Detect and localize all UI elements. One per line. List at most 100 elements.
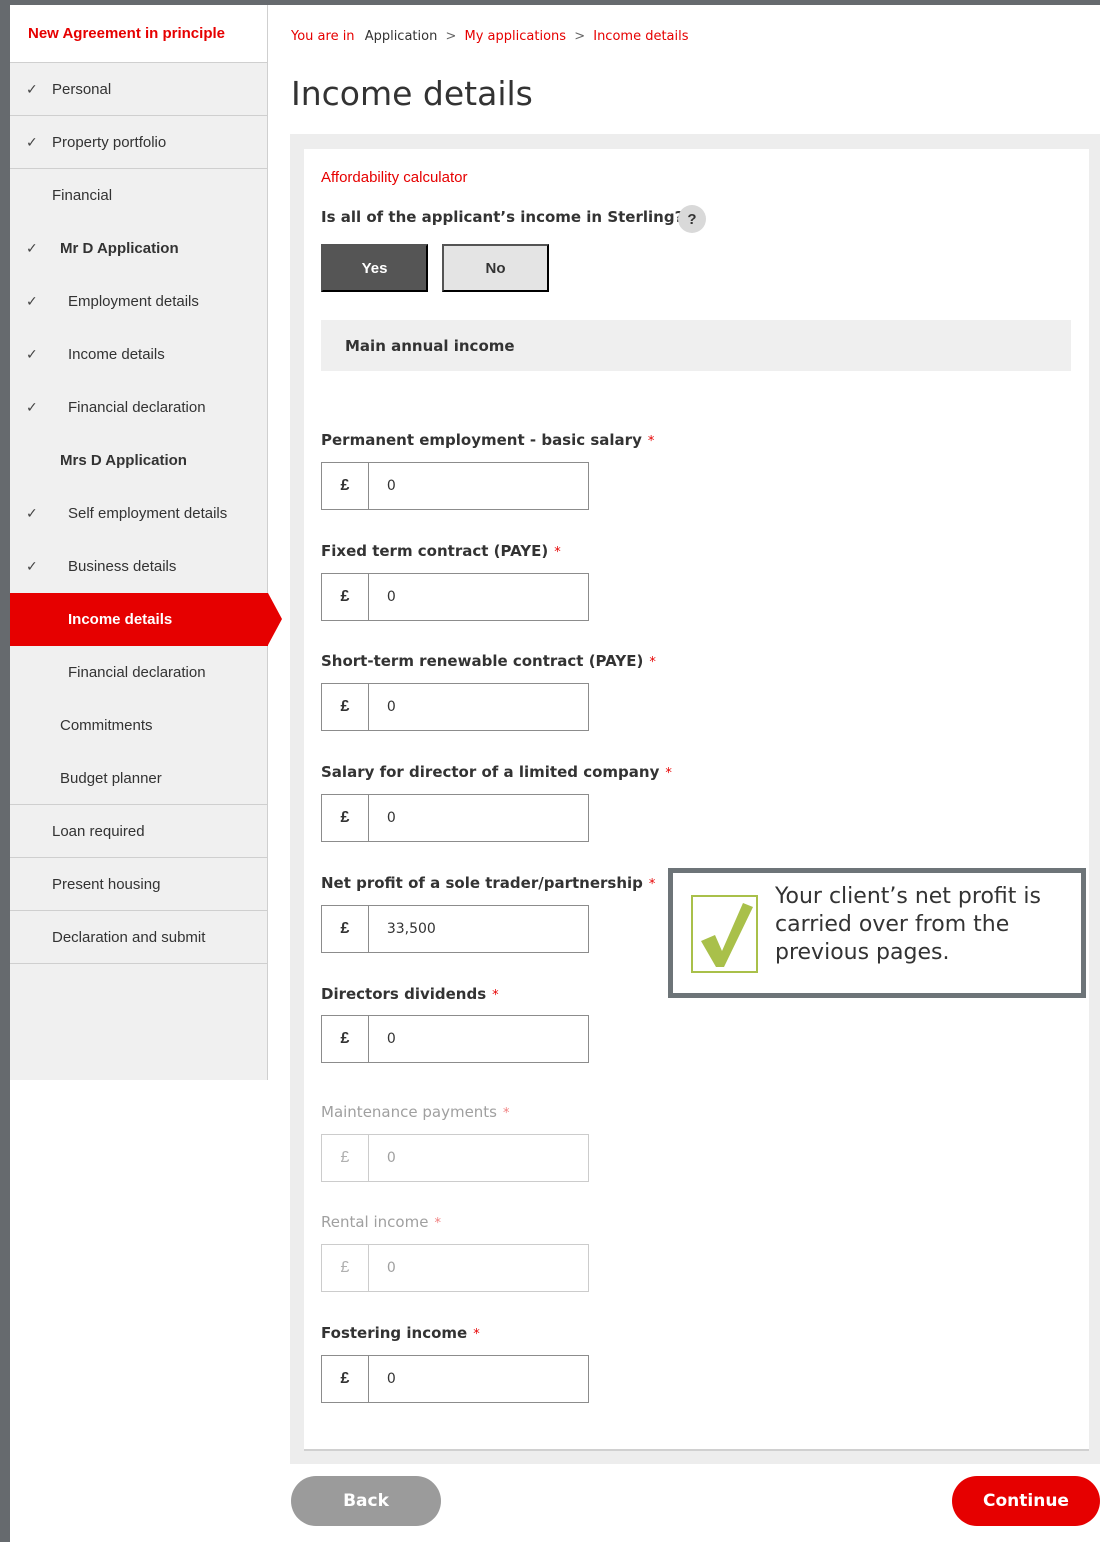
- field-label-text: Net profit of a sole trader/partnership: [321, 874, 643, 892]
- sidebar-item-income-details-active[interactable]: Income details: [10, 593, 282, 646]
- page-title: Income details: [291, 74, 533, 113]
- sterling-question-text: Is all of the applicant’s income in Ster…: [321, 208, 684, 226]
- check-icon: ✓: [26, 240, 38, 256]
- sidebar-item-commitments[interactable]: Commitments: [10, 699, 267, 752]
- sidebar-item-property-portfolio[interactable]: ✓ Property portfolio: [10, 116, 267, 169]
- field-label-net-profit: Net profit of a sole trader/partnership *: [321, 874, 655, 892]
- sidebar-item-personal[interactable]: ✓ Personal: [10, 63, 267, 116]
- continue-button[interactable]: Continue: [952, 1476, 1100, 1526]
- permanent-employment-input-group: £: [321, 462, 589, 510]
- pound-icon: £: [322, 684, 369, 730]
- check-icon: ✓: [26, 293, 38, 309]
- sidebar-item-business-details[interactable]: ✓ Business details: [10, 540, 267, 593]
- directors-dividends-input-group: £: [321, 1015, 589, 1063]
- required-marker: *: [503, 1106, 510, 1121]
- window-frame-left: [0, 0, 10, 1542]
- permanent-employment-input[interactable]: [368, 463, 588, 509]
- sidebar-item-mrs-d-application[interactable]: Mrs D Application: [10, 434, 267, 487]
- sidebar-title: New Agreement in principle: [28, 25, 225, 42]
- fostering-income-input[interactable]: [368, 1356, 588, 1402]
- sidebar-item-income-details-mr[interactable]: ✓ Income details: [10, 328, 267, 381]
- field-label-short-term-contract: Short-term renewable contract (PAYE) *: [321, 652, 656, 670]
- pound-icon: £: [322, 1245, 369, 1291]
- required-marker: *: [492, 988, 499, 1003]
- pound-icon: £: [322, 1356, 369, 1402]
- pound-icon: £: [322, 1135, 369, 1181]
- net-profit-input[interactable]: [368, 906, 588, 952]
- field-label-fostering-income: Fostering income *: [321, 1324, 480, 1342]
- sidebar-item-label: Present housing: [52, 875, 161, 893]
- sidebar-nav: New Agreement in principle ✓ Personal ✓ …: [10, 5, 282, 1080]
- directors-dividends-input[interactable]: [368, 1016, 588, 1062]
- sidebar-item-label: Mr D Application: [60, 240, 179, 257]
- sidebar-item-label: Personal: [52, 80, 112, 98]
- required-marker: *: [647, 434, 655, 449]
- short-term-contract-input[interactable]: [368, 684, 588, 730]
- sterling-question-label: Is all of the applicant’s income in Ster…: [321, 208, 696, 226]
- field-label-text: Directors dividends: [321, 985, 487, 1003]
- pound-icon: £: [322, 1016, 369, 1062]
- director-salary-input-group: £: [321, 794, 589, 842]
- breadcrumb: You are in Application > My applications…: [291, 29, 689, 44]
- sidebar-item-budget-planner[interactable]: Budget planner: [10, 752, 267, 805]
- fixed-term-contract-input[interactable]: [368, 574, 588, 620]
- short-term-contract-input-group: £: [321, 683, 589, 731]
- breadcrumb-item-income-details: Income details: [593, 29, 689, 44]
- check-icon: ✓: [26, 80, 38, 97]
- required-marker: *: [665, 766, 672, 781]
- sidebar-item-financial-declaration-mrs[interactable]: Financial declaration: [10, 646, 267, 699]
- sidebar-item-loan-required[interactable]: Loan required: [10, 805, 267, 858]
- sidebar-item-label: Mrs D Application: [60, 452, 187, 469]
- sidebar-item-label: Loan required: [52, 822, 145, 840]
- sidebar-item-self-employment-details[interactable]: ✓ Self employment details: [10, 487, 267, 540]
- sidebar-item-label: Financial declaration: [68, 399, 206, 416]
- sterling-yes-button[interactable]: Yes: [321, 244, 428, 292]
- required-marker: *: [473, 1327, 480, 1342]
- field-label-text: Maintenance payments: [321, 1103, 498, 1121]
- field-label-fixed-term-contract: Fixed term contract (PAYE) *: [321, 542, 561, 560]
- breadcrumb-separator: >: [574, 29, 586, 44]
- sidebar-item-label: Commitments: [60, 717, 153, 734]
- sidebar-item-label: Property portfolio: [52, 133, 167, 151]
- required-marker: *: [554, 545, 561, 560]
- required-marker: *: [648, 877, 656, 892]
- net-profit-input-group: £: [321, 905, 589, 953]
- check-icon: ✓: [26, 346, 38, 362]
- sidebar-item-label: Declaration and submit: [52, 928, 206, 946]
- sidebar-item-employment-details[interactable]: ✓ Employment details: [10, 275, 267, 328]
- pound-icon: £: [322, 906, 369, 952]
- required-marker: *: [649, 655, 656, 670]
- sidebar-header: New Agreement in principle: [10, 5, 267, 63]
- field-label-rental-income: Rental income *: [321, 1213, 441, 1231]
- pound-icon: £: [322, 795, 369, 841]
- field-label-text: Fixed term contract (PAYE): [321, 542, 549, 560]
- breadcrumb-item-my-applications[interactable]: My applications: [465, 29, 567, 44]
- help-icon[interactable]: ?: [678, 205, 706, 233]
- field-label-maintenance-payments: Maintenance payments *: [321, 1103, 510, 1121]
- callout-text: Your client’s net profit is carried over…: [775, 884, 1041, 965]
- main-annual-income-heading: Main annual income: [321, 320, 1071, 371]
- sterling-no-button[interactable]: No: [442, 244, 549, 292]
- back-button[interactable]: Back: [291, 1476, 441, 1526]
- breadcrumb-separator: >: [445, 29, 457, 44]
- pound-icon: £: [322, 463, 369, 509]
- pound-icon: £: [322, 574, 369, 620]
- required-marker: *: [434, 1216, 441, 1231]
- check-icon: ✓: [26, 558, 38, 574]
- field-label-text: Salary for director of a limited company: [321, 763, 660, 781]
- director-salary-input[interactable]: [368, 795, 588, 841]
- rental-income-input-group: £: [321, 1244, 589, 1292]
- sidebar-item-label: Financial: [52, 187, 113, 204]
- rental-income-input: [368, 1245, 588, 1291]
- sidebar-item-mr-d-application[interactable]: ✓ Mr D Application: [10, 222, 267, 275]
- sidebar-item-financial[interactable]: Financial: [10, 169, 267, 222]
- field-label-text: Permanent employment - basic salary: [321, 431, 642, 449]
- sidebar-item-declaration-and-submit[interactable]: Declaration and submit: [10, 911, 267, 964]
- sidebar-item-financial-declaration-mr[interactable]: ✓ Financial declaration: [10, 381, 267, 434]
- field-label-directors-dividends: Directors dividends *: [321, 985, 499, 1003]
- sidebar-item-label: Budget planner: [60, 769, 162, 787]
- breadcrumb-item-application[interactable]: Application: [365, 29, 438, 44]
- sidebar-item-present-housing[interactable]: Present housing: [10, 858, 267, 911]
- field-label-director-salary: Salary for director of a limited company…: [321, 763, 672, 781]
- checkmark-icon: [691, 895, 758, 973]
